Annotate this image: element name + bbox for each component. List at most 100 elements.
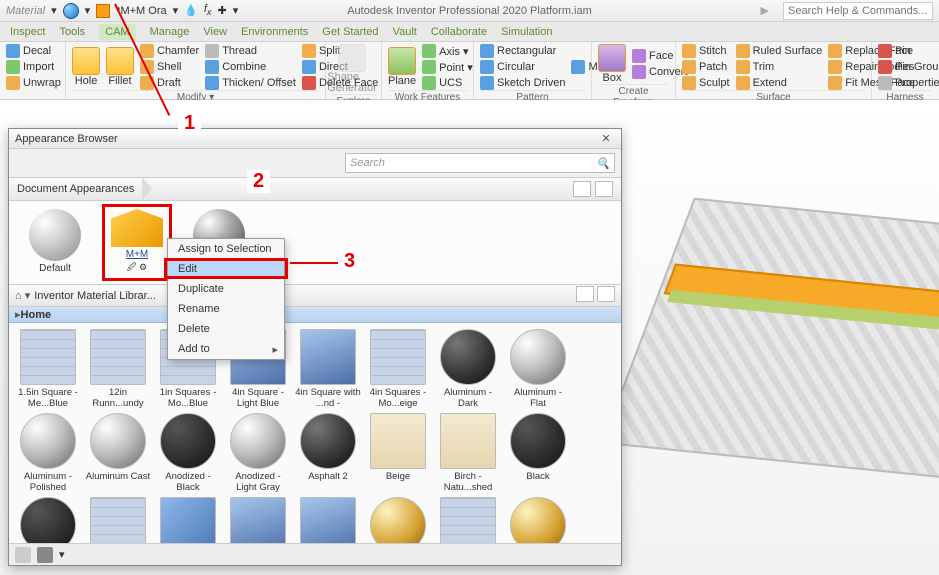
material-card[interactable]: Brindle [435,497,501,543]
material-card[interactable]: Anodized - Light Gray [225,413,291,493]
material-grid[interactable]: 1.5in Square - Me...Blue12in Runn...undy… [9,323,621,543]
qat-caret[interactable]: ▾ [85,4,91,17]
material-card[interactable]: Blue - [155,497,221,543]
material-card[interactable]: Brass - Satin [365,497,431,543]
status-icon-1[interactable] [15,547,31,563]
status-caret[interactable]: ▾ [59,548,65,561]
search-icon[interactable]: 🔍 [596,157,610,170]
context-menu-item-add-to[interactable]: Add to [168,339,284,359]
tab-get-started[interactable]: Get Started [322,26,378,38]
material-card[interactable]: Aluminum - Dark [435,329,501,409]
lib-view-grid-icon[interactable] [576,286,594,302]
material-card[interactable]: Black Cast [15,497,81,543]
properties-button[interactable]: Properties [878,76,939,90]
help-search-input[interactable] [783,2,933,20]
library-breadcrumb[interactable]: ⌂ ▾ Inventor Material Librar... [9,285,621,307]
close-icon[interactable]: ✕ [597,132,615,145]
tab-environments[interactable]: Environments [241,26,308,38]
appearance-name[interactable]: *M+M Ora [116,5,166,17]
tab-view[interactable]: View [203,26,227,38]
thicken-button[interactable]: Thicken/ Offset [205,76,296,90]
document-appearances-header[interactable]: Document Appearances [9,177,621,201]
tab-vault[interactable]: Vault [393,26,417,38]
material-card[interactable]: Aluminum - Polished [15,413,81,493]
context-menu-item-rename[interactable]: Rename [168,299,284,319]
material-card[interactable]: Black [505,413,571,493]
dialog-titlebar[interactable]: Appearance Browser ✕ [9,129,621,149]
material-card[interactable]: 12in Runn...undy [85,329,151,409]
material-card[interactable]: Aluminum - Flat [505,329,571,409]
swatch-edit-icons[interactable]: 🖉 ⚙ [127,260,147,276]
rectangular-button[interactable]: Rectangular [480,44,565,58]
material-card[interactable]: Aluminum Cast [85,413,151,493]
plus-icon[interactable]: ✚ [218,4,227,17]
material-dropdown-placeholder[interactable]: Material [6,5,45,17]
material-card[interactable]: Blocks [85,497,151,543]
import-button[interactable]: Import [6,60,54,74]
material-card[interactable]: 4in Square with ...nd - [295,329,361,409]
view-grid-icon[interactable] [573,181,591,197]
material-card[interactable]: 4in Squares - Mo...eige [365,329,431,409]
fillet-button[interactable]: Fillet [106,47,134,87]
appearance-swatch-icon[interactable] [96,4,110,18]
material-card[interactable]: Asphalt 2 [295,413,361,493]
pin-button[interactable]: Pin [878,44,939,58]
qat-caret-2[interactable]: ▾ [173,4,179,17]
tab-collaborate[interactable]: Collaborate [431,26,487,38]
box-button[interactable]: Box [598,44,626,84]
unwrap-button[interactable]: Unwrap [6,76,61,90]
draft-button[interactable]: Draft [140,76,199,90]
tab-simulation[interactable]: Simulation [501,26,552,38]
pin-group-button[interactable]: Pin Group [878,60,939,74]
qat-overflow[interactable]: ▾ [233,4,239,17]
view-list-icon[interactable] [595,181,613,197]
trim-button[interactable]: Trim [736,60,823,74]
ruled-surface-button[interactable]: Ruled Surface [736,44,823,58]
tab-inspect[interactable]: Inspect [10,26,45,38]
decal-button[interactable]: Decal [6,44,51,58]
context-menu-item-delete[interactable]: Delete [168,319,284,339]
plane-button[interactable]: Plane [388,47,416,87]
lib-view-list-icon[interactable] [597,286,615,302]
sketch-driven-button[interactable]: Sketch Driven [480,76,565,90]
combine-button[interactable]: Combine [205,60,296,74]
material-card[interactable]: 1.5in Square - Me...Blue [15,329,81,409]
material-label: 12in Runn...undy [85,387,151,409]
swatch-mm[interactable]: M+M 🖉 ⚙ [107,209,167,276]
circular-button[interactable]: Circular [480,60,565,74]
tab-manage[interactable]: Manage [150,26,190,38]
material-card[interactable]: Bronze - [505,497,571,543]
tab-tools[interactable]: Tools [59,26,85,38]
material-card[interactable]: Blue-Yellow [295,497,361,543]
material-card[interactable]: Beige [365,413,431,493]
sculpt-button[interactable]: Sculpt [682,76,730,90]
shell-button[interactable]: Shell [140,60,199,74]
material-dropdown-caret[interactable]: ▾ [51,4,57,17]
eyedropper-icon[interactable]: 💧 [184,4,198,17]
status-icon-2[interactable] [37,547,53,563]
shape-generator-button[interactable]: Shape Generator [332,44,372,94]
stitch-button[interactable]: Stitch [682,44,730,58]
extend-button[interactable]: Extend [736,76,823,90]
material-card[interactable]: Birch - Natu...shed [435,413,501,493]
thread-button[interactable]: Thread [205,44,296,58]
context-menu-item-edit[interactable]: Edit [168,259,284,279]
library-home-row[interactable]: Home [9,307,621,323]
context-menu-item-assign-to-selection[interactable]: Assign to Selection [168,239,284,259]
dialog-search-input[interactable]: Search 🔍 [345,153,615,173]
axis-button[interactable]: Axis ▾ [422,44,473,58]
material-card[interactable]: Anodized - Black [155,413,221,493]
context-menu-item-duplicate[interactable]: Duplicate [168,279,284,299]
ucs-button[interactable]: UCS [422,76,473,90]
hole-button[interactable]: Hole [72,47,100,87]
material-card[interactable]: Blue - Wall [225,497,291,543]
swatch-default[interactable]: Default [25,209,85,276]
tab-cam[interactable]: CAM [99,24,135,40]
fx-icon[interactable]: fx [204,3,212,17]
home-icon[interactable]: ⌂ ▾ [15,289,30,302]
patch-button[interactable]: Patch [682,60,730,74]
globe-icon[interactable] [63,3,79,19]
point-button[interactable]: Point ▾ [422,60,473,74]
library-name[interactable]: Inventor Material Librar... [34,290,156,302]
chamfer-button[interactable]: Chamfer [140,44,199,58]
